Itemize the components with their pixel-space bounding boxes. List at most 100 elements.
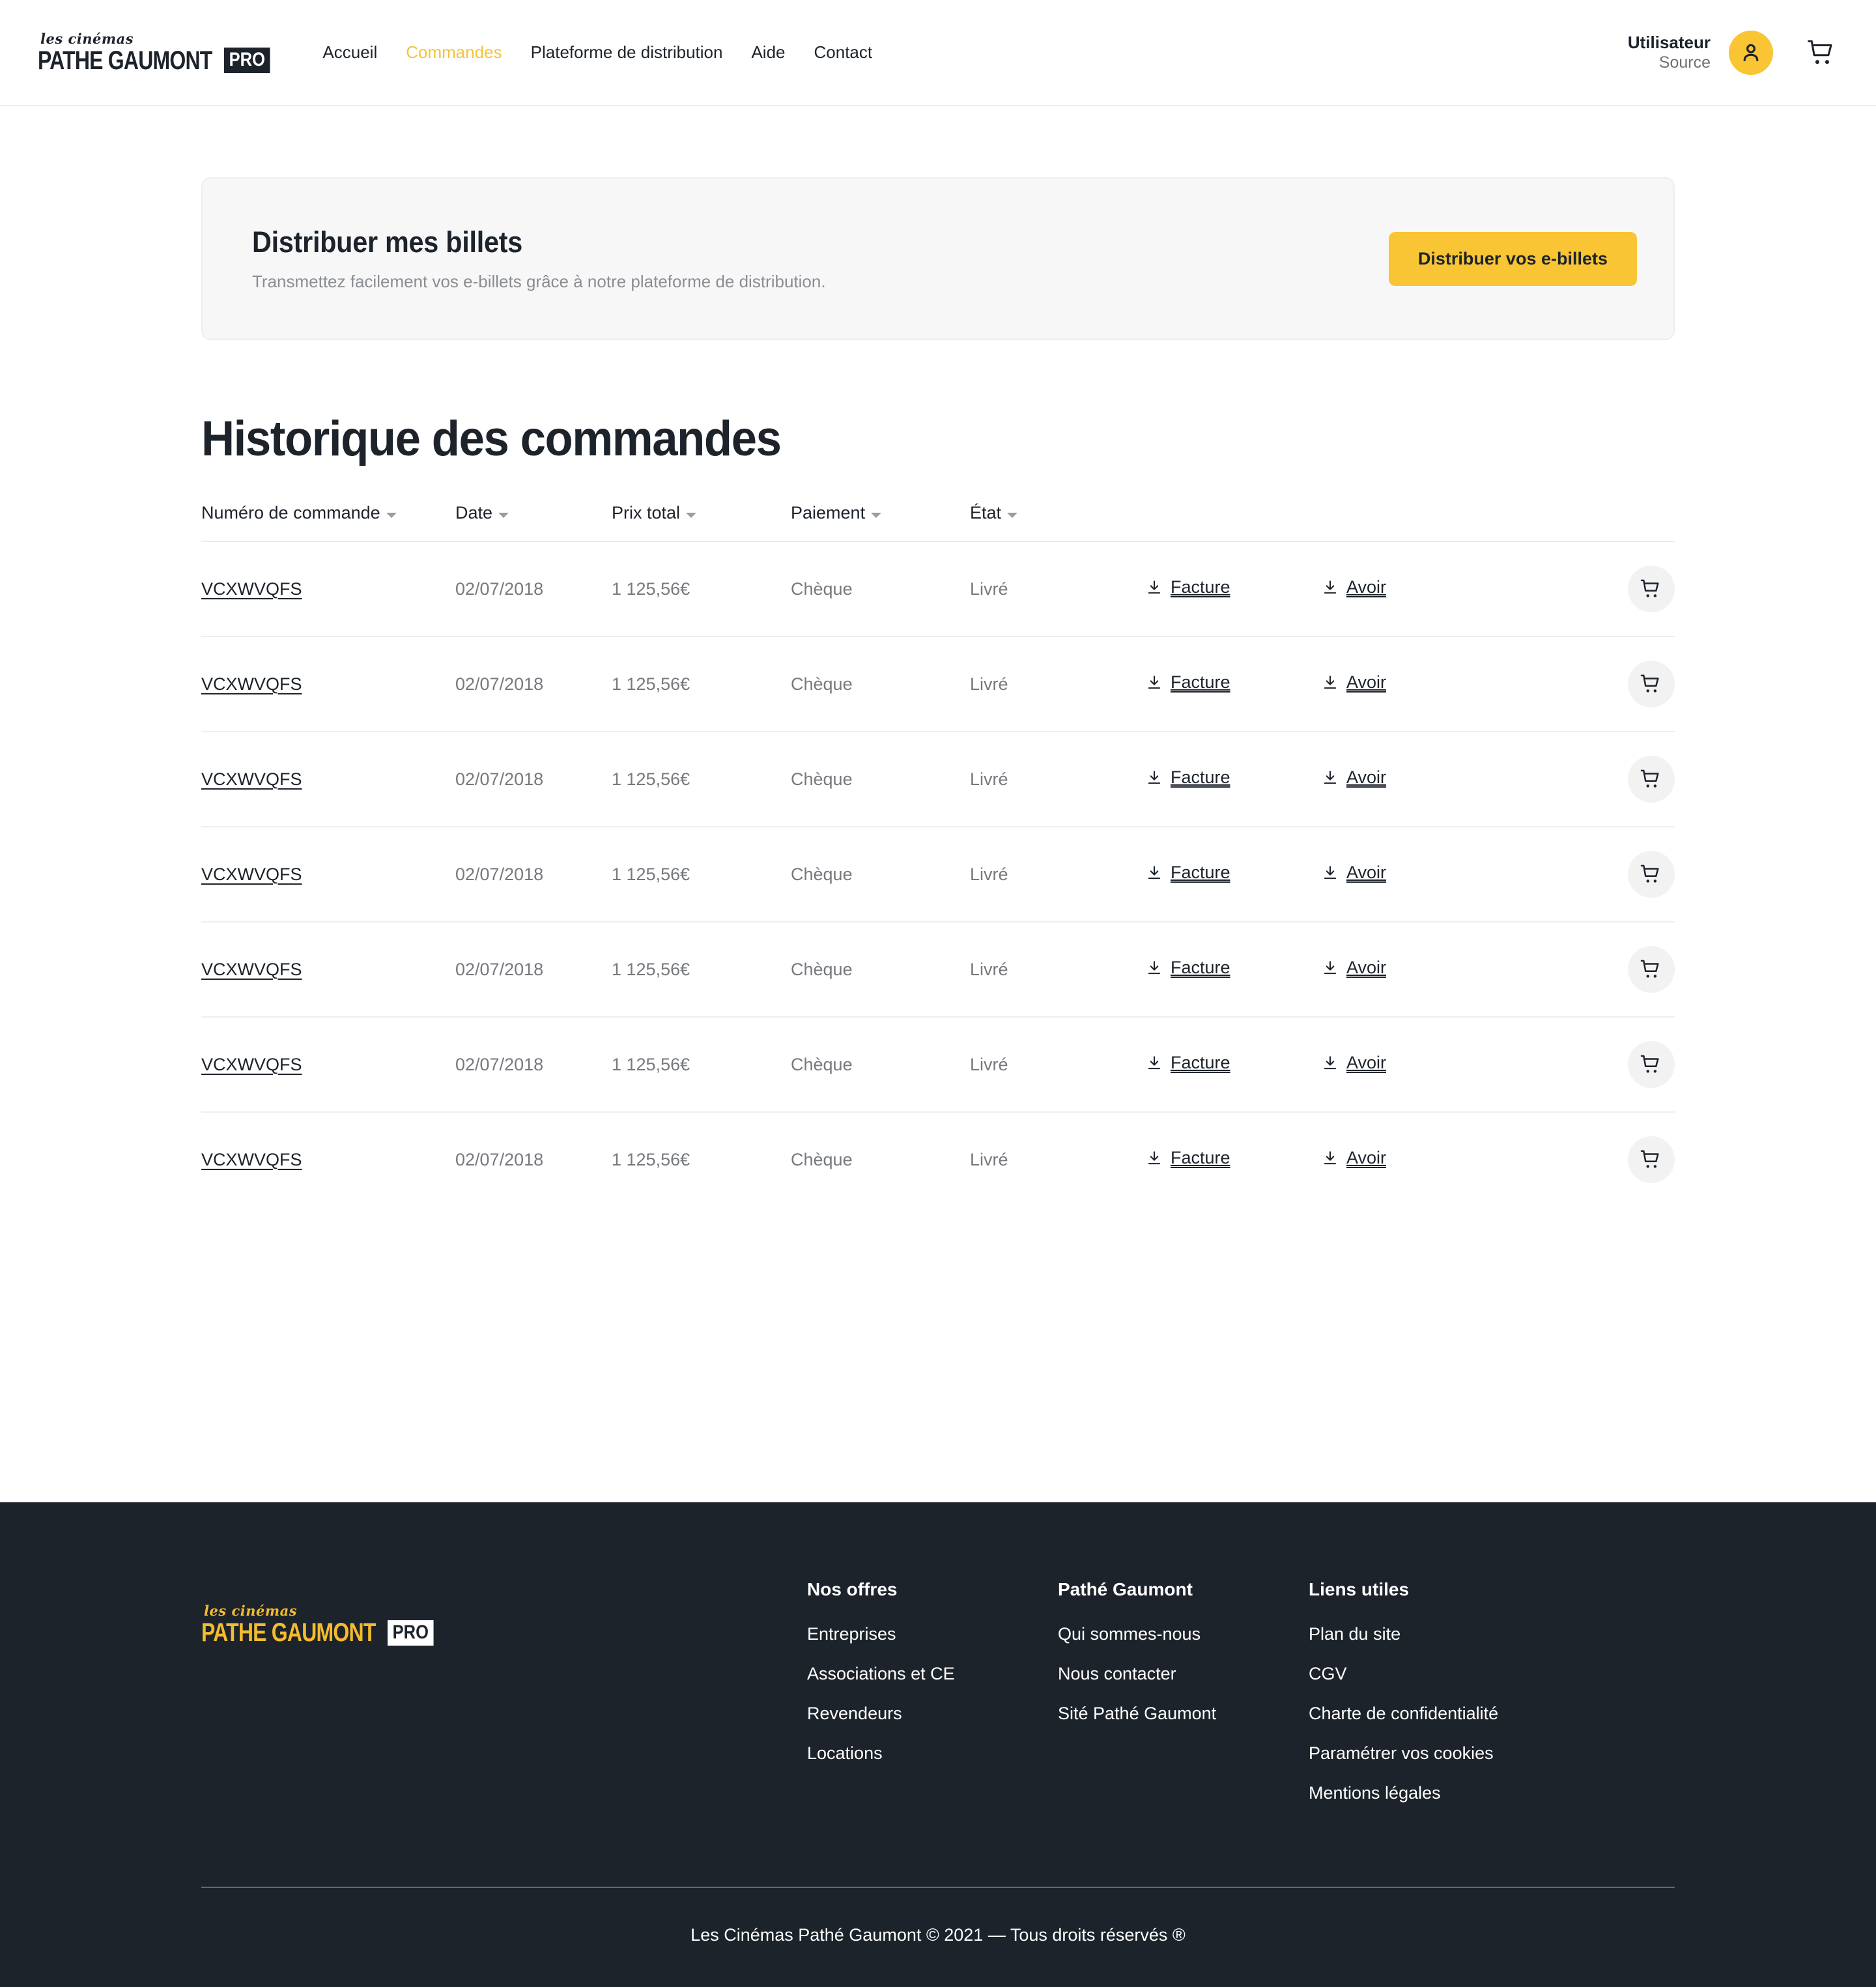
header-logo[interactable]: les cinémas PATHE GAUMONT PRO <box>38 32 278 74</box>
cell-date: 02/07/2018 <box>455 541 612 637</box>
order-number-link[interactable]: VCXWVQFS <box>201 674 302 694</box>
shopping-cart-icon <box>1807 38 1837 67</box>
download-icon <box>1146 960 1163 977</box>
distribute-ebillets-button[interactable]: Distribuer vos e-billets <box>1388 231 1637 286</box>
nav-item-aide[interactable]: Aide <box>737 42 799 63</box>
person-icon <box>1739 40 1763 65</box>
cell-invoice: Facture <box>1146 541 1322 637</box>
cell-payment: Chèque <box>791 827 970 922</box>
order-number-link[interactable]: VCXWVQFS <box>201 579 302 599</box>
cell-credit: Avoir <box>1322 827 1511 922</box>
cell-total-price: 1 125,56€ <box>612 732 791 827</box>
banner-subtitle: Transmettez facilement vos e-billets grâ… <box>252 272 826 291</box>
footer-link-entreprises[interactable]: Entreprises <box>807 1624 1058 1644</box>
download-invoice-link[interactable]: Facture <box>1146 1148 1230 1168</box>
cell-credit: Avoir <box>1322 541 1511 637</box>
footer-link-parametrer-vos-cookies[interactable]: Paramétrer vos cookies <box>1309 1743 1675 1764</box>
download-credit-note-link[interactable]: Avoir <box>1322 577 1386 597</box>
user-info[interactable]: Utilisateur Source <box>1628 32 1711 74</box>
order-number-link[interactable]: VCXWVQFS <box>201 960 302 979</box>
nav-item-plateforme-de-distribution[interactable]: Plateforme de distribution <box>517 42 737 63</box>
footer-logo[interactable]: les cinémas PATHE GAUMONT PRO <box>201 1579 807 1646</box>
column-header-reorder <box>1511 503 1675 542</box>
order-number-link[interactable]: VCXWVQFS <box>201 865 302 884</box>
footer-link-cgv[interactable]: CGV <box>1309 1664 1675 1684</box>
footer-link-mentions-legales[interactable]: Mentions légales <box>1309 1783 1675 1803</box>
cell-date: 02/07/2018 <box>455 922 612 1018</box>
header-cart-button[interactable] <box>1807 38 1837 67</box>
download-credit-note-link[interactable]: Avoir <box>1322 1053 1386 1073</box>
table-row: VCXWVQFS 02/07/2018 1 125,56€ Chèque Livré Fa… <box>201 541 1675 637</box>
download-invoice-link[interactable]: Facture <box>1146 1053 1230 1073</box>
reorder-button[interactable] <box>1628 1041 1675 1088</box>
download-icon <box>1146 674 1163 691</box>
download-credit-note-link[interactable]: Avoir <box>1322 672 1386 693</box>
table-row: VCXWVQFS 02/07/2018 1 125,56€ Chèque Livré Fa… <box>201 1112 1675 1207</box>
cell-date: 02/07/2018 <box>455 1017 612 1113</box>
download-credit-note-link[interactable]: Avoir <box>1322 767 1386 788</box>
footer-copyright: Les Cinémas Pathé Gaumont © 2021 — Tous … <box>690 1925 1186 1945</box>
avatar[interactable] <box>1729 30 1773 75</box>
header-right-cluster: Utilisateur Source <box>1628 30 1837 75</box>
cell-payment: Chèque <box>791 1017 970 1113</box>
nav-item-contact[interactable]: Contact <box>800 42 887 63</box>
nav-item-accueil[interactable]: Accueil <box>308 42 391 63</box>
download-icon <box>1322 960 1339 977</box>
footer-link-plan-du-site[interactable]: Plan du site <box>1309 1624 1675 1644</box>
reorder-button[interactable] <box>1628 851 1675 898</box>
main-navigation: Accueil Commandes Plateforme de distribu… <box>308 42 887 63</box>
column-header-order-number[interactable]: Numéro de commande <box>201 503 455 542</box>
column-label: Paiement <box>791 503 866 522</box>
cell-date: 02/07/2018 <box>455 732 612 827</box>
footer-link-nous-contacter[interactable]: Nous contacter <box>1058 1664 1309 1684</box>
cell-order-number: VCXWVQFS <box>201 541 455 637</box>
download-icon <box>1322 865 1339 881</box>
download-icon <box>1322 1055 1339 1072</box>
orders-table-head: Numéro de commande Date Prix total Paiem… <box>201 503 1675 542</box>
footer-link-qui-sommes-nous[interactable]: Qui sommes-nous <box>1058 1624 1309 1644</box>
cell-credit: Avoir <box>1322 1112 1511 1207</box>
cell-total-price: 1 125,56€ <box>612 541 791 637</box>
table-row: VCXWVQFS 02/07/2018 1 125,56€ Chèque Livré Fa… <box>201 636 1675 732</box>
table-header-row: Numéro de commande Date Prix total Paiem… <box>201 503 1675 542</box>
nav-item-commandes[interactable]: Commandes <box>391 42 516 63</box>
reorder-button[interactable] <box>1628 565 1675 612</box>
orders-table: Numéro de commande Date Prix total Paiem… <box>201 503 1675 1207</box>
reorder-button[interactable] <box>1628 946 1675 993</box>
reorder-button[interactable] <box>1628 661 1675 708</box>
column-header-date[interactable]: Date <box>455 503 612 542</box>
download-invoice-link[interactable]: Facture <box>1146 958 1230 978</box>
footer-link-locations[interactable]: Locations <box>807 1743 1058 1764</box>
download-icon <box>1322 769 1339 786</box>
cell-order-number: VCXWVQFS <box>201 827 455 922</box>
reorder-button[interactable] <box>1628 756 1675 803</box>
cell-status: Livré <box>970 636 1146 732</box>
download-credit-note-link[interactable]: Avoir <box>1322 958 1386 978</box>
column-header-total-price[interactable]: Prix total <box>612 503 791 542</box>
footer-link-charte-de-confidentialite[interactable]: Charte de confidentialité <box>1309 1704 1675 1724</box>
footer-link-site-pathe-gaumont[interactable]: Sité Pathé Gaumont <box>1058 1704 1309 1724</box>
reorder-button[interactable] <box>1628 1136 1675 1183</box>
table-row: VCXWVQFS 02/07/2018 1 125,56€ Chèque Livré Fa… <box>201 827 1675 922</box>
footer-link-associations-et-ce[interactable]: Associations et CE <box>807 1664 1058 1684</box>
order-number-link[interactable]: VCXWVQFS <box>201 1150 302 1169</box>
chevron-down-icon <box>1007 512 1018 518</box>
order-number-link[interactable]: VCXWVQFS <box>201 1055 302 1074</box>
column-header-payment[interactable]: Paiement <box>791 503 970 542</box>
cell-status: Livré <box>970 922 1146 1018</box>
cell-order-number: VCXWVQFS <box>201 922 455 1018</box>
cell-credit: Avoir <box>1322 732 1511 827</box>
chevron-down-icon <box>498 512 509 518</box>
footer-column-liens-utiles: Liens utiles Plan du site CGV Charte de … <box>1309 1579 1675 1823</box>
download-invoice-link[interactable]: Facture <box>1146 577 1230 597</box>
order-number-link[interactable]: VCXWVQFS <box>201 769 302 789</box>
footer-link-revendeurs[interactable]: Revendeurs <box>807 1704 1058 1724</box>
banner-text-block: Distribuer mes billets Transmettez facil… <box>252 225 826 292</box>
download-invoice-link[interactable]: Facture <box>1146 863 1230 883</box>
page-title: Historique des commandes <box>201 411 782 466</box>
download-credit-note-link[interactable]: Avoir <box>1322 1148 1386 1168</box>
column-header-status[interactable]: État <box>970 503 1146 542</box>
download-invoice-link[interactable]: Facture <box>1146 767 1230 788</box>
download-credit-note-link[interactable]: Avoir <box>1322 863 1386 883</box>
download-invoice-link[interactable]: Facture <box>1146 672 1230 693</box>
